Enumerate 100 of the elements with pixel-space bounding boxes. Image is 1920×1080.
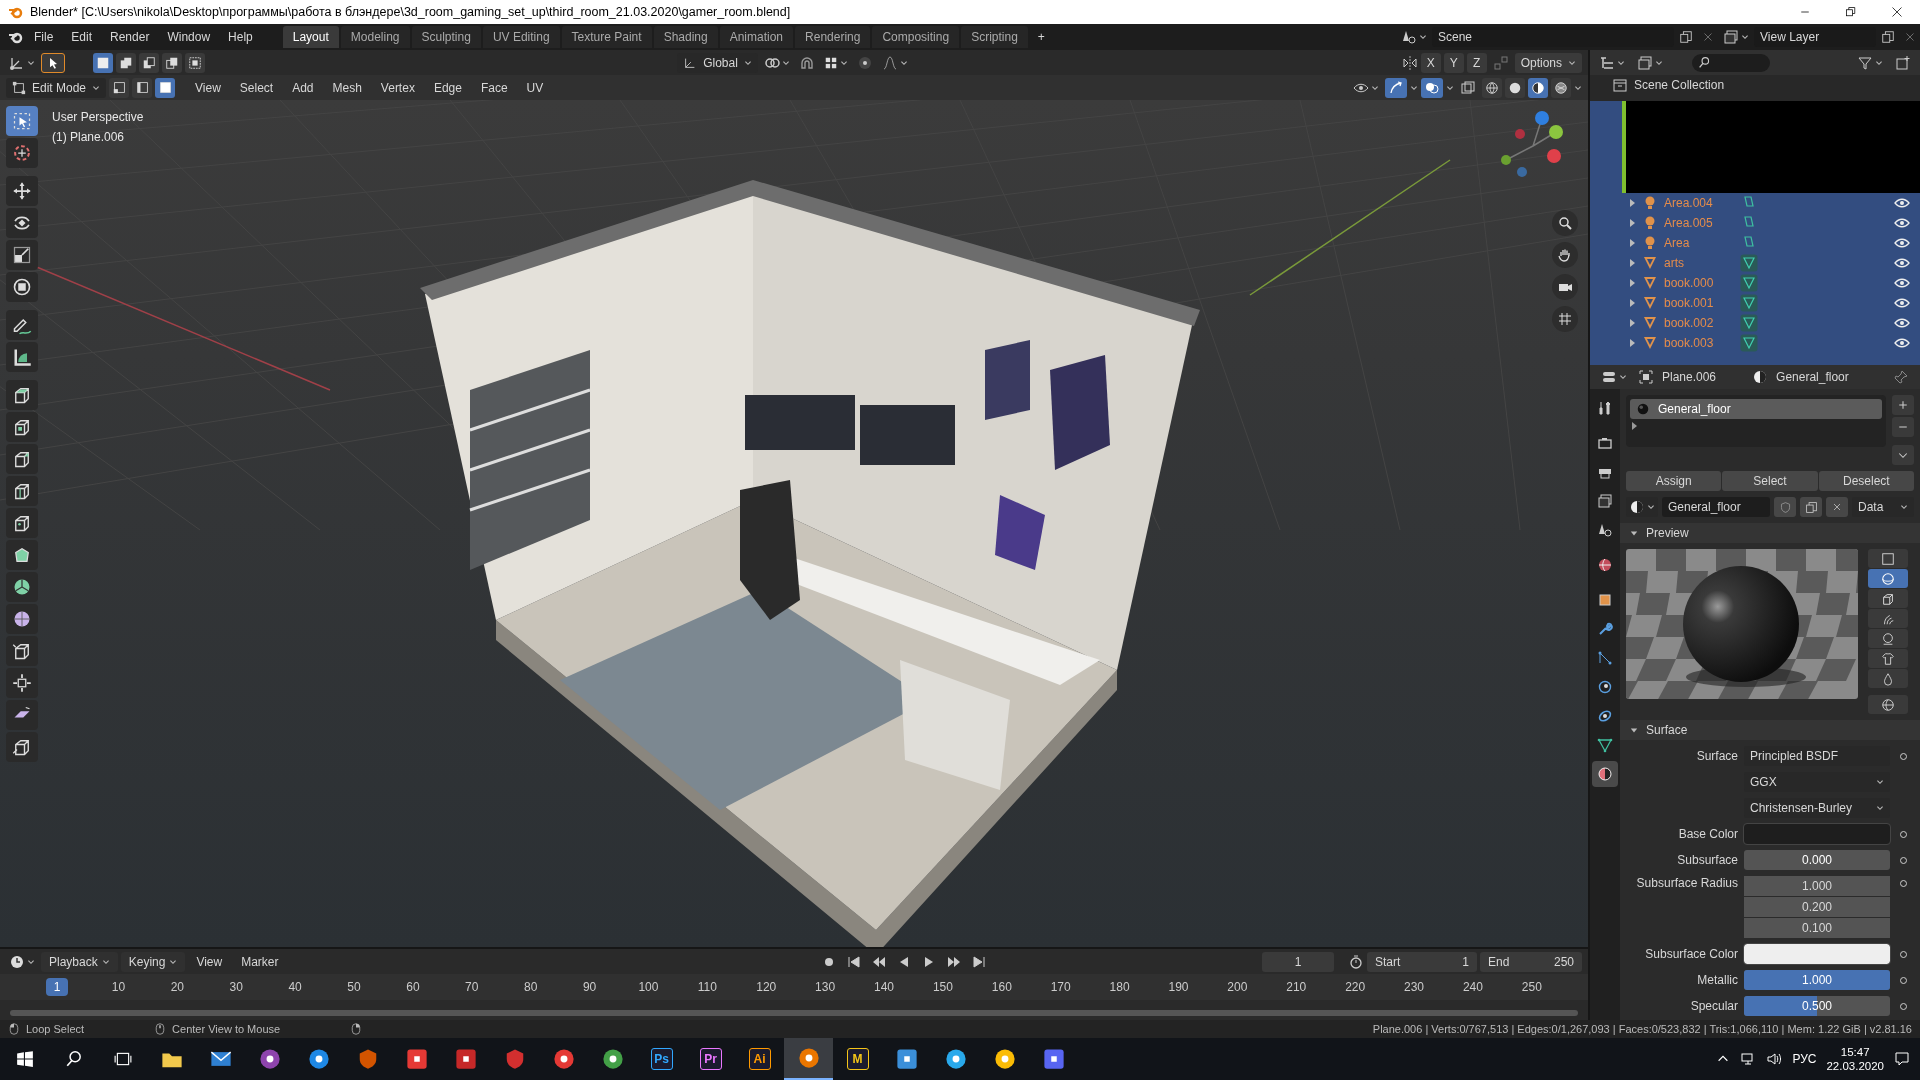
taskbar-app-button[interactable]: Pr xyxy=(686,1038,735,1080)
frame-number: 160 xyxy=(990,980,1013,994)
value-slider[interactable]: 0.500 xyxy=(1744,996,1890,1016)
slider-value: 1.000 xyxy=(1802,973,1832,987)
slot-action-button[interactable]: Select xyxy=(1722,471,1818,491)
clock-date: 22.03.2020 xyxy=(1826,1060,1884,1072)
workspace-tab[interactable]: Sculpting xyxy=(411,26,481,48)
field-value: 250 xyxy=(1553,954,1574,969)
workspace-tab[interactable]: Compositing xyxy=(872,26,960,48)
frame-number: 60 xyxy=(405,980,421,994)
frame-number: 30 xyxy=(228,980,244,994)
start-frame-field[interactable]: Start 1 xyxy=(1367,951,1477,972)
clock-time: 15:47 xyxy=(1840,1046,1870,1058)
frame-number: 250 xyxy=(1520,980,1543,994)
slot-action-button[interactable]: Assign xyxy=(1626,471,1722,491)
taskbar-app-button[interactable]: M xyxy=(833,1038,882,1080)
number-field[interactable]: 1.000 xyxy=(1744,876,1890,896)
current-frame-field[interactable]: 1 xyxy=(1262,951,1334,972)
link-dropdown[interactable]: Data xyxy=(1852,497,1914,517)
workspace-tab[interactable]: Modeling xyxy=(340,26,410,48)
menu-item[interactable]: Render xyxy=(102,27,158,47)
menu-item[interactable]: Select xyxy=(231,77,282,98)
menu-item[interactable]: Face xyxy=(472,77,516,98)
end-frame-field[interactable]: End 250 xyxy=(1480,951,1582,972)
slider-value: 0.500 xyxy=(1802,999,1832,1013)
frame-number: 80 xyxy=(523,980,539,994)
menu-dropdown[interactable]: Keying xyxy=(120,951,186,972)
frame-number: 180 xyxy=(1108,980,1131,994)
object-name: Area xyxy=(1664,236,1691,250)
menu-item[interactable]: Help xyxy=(220,27,261,47)
workspace-tab[interactable]: Scripting xyxy=(961,26,1028,48)
shader-dropdown[interactable]: Principled BSDF xyxy=(1744,746,1890,766)
mirror-axis-toggle[interactable]: Z xyxy=(1466,52,1487,73)
menu-item[interactable]: File xyxy=(26,27,62,47)
dropdown[interactable]: Christensen-Burley xyxy=(1744,798,1890,818)
options-dropdown[interactable]: Options xyxy=(1514,52,1582,73)
current-frame-marker[interactable]: 1 xyxy=(46,978,68,996)
slider-value: 0.000 xyxy=(1802,853,1832,867)
property-label: Base Color xyxy=(1677,827,1738,841)
frame-number: 220 xyxy=(1344,980,1367,994)
input-language[interactable]: РУС xyxy=(1792,1052,1817,1066)
viewport-info-text: (1) Plane.006 xyxy=(52,130,126,144)
frame-number: 110 xyxy=(696,980,718,994)
material-slot[interactable]: General_floor xyxy=(1630,399,1882,419)
slot-action-button[interactable]: Deselect xyxy=(1818,471,1914,491)
add-workspace-button[interactable]: + xyxy=(1029,27,1053,47)
menu-item[interactable]: Window xyxy=(159,27,219,47)
menu-item[interactable]: Vertex xyxy=(372,77,423,98)
panel-title: Surface xyxy=(1646,723,1688,737)
workspace-tab[interactable]: Rendering xyxy=(795,26,871,48)
material-name-field[interactable]: General_floor xyxy=(1662,497,1770,517)
surface-panel-header[interactable]: Surface xyxy=(1620,720,1920,740)
field-label: End xyxy=(1488,954,1510,969)
menu-item[interactable]: Add xyxy=(284,77,322,98)
frame-number: 190 xyxy=(1167,980,1190,994)
menu-item[interactable]: UV xyxy=(518,77,552,98)
frame-number: 170 xyxy=(1049,980,1072,994)
scene-field[interactable]: Scene xyxy=(1432,27,1674,47)
property-label: Subsurface xyxy=(1676,853,1738,867)
workspace-tab[interactable]: Shading xyxy=(653,26,718,48)
field-value: 1 xyxy=(1462,954,1469,969)
value-slider[interactable]: 1.000 xyxy=(1744,970,1890,990)
mirror-axis-toggle[interactable]: Y xyxy=(1443,52,1464,73)
mirror-axis-toggle[interactable]: X xyxy=(1420,52,1441,73)
object-name: arts xyxy=(1664,256,1685,270)
menu-item[interactable]: Edit xyxy=(63,27,101,47)
panel-title: Preview xyxy=(1646,526,1689,540)
number-field[interactable]: 0.100 xyxy=(1744,918,1890,938)
mode-dropdown[interactable]: Edit Mode xyxy=(6,77,106,98)
status-hint: Loop Select xyxy=(26,1023,85,1035)
menu-item[interactable]: Mesh xyxy=(324,77,370,98)
menu-item[interactable]: Marker xyxy=(233,951,287,972)
frame-number: 140 xyxy=(873,980,896,994)
workspace-tab[interactable]: Layout xyxy=(282,26,339,48)
material-name: General_floor xyxy=(1776,370,1849,384)
menu-item[interactable]: Edge xyxy=(425,77,470,98)
dropdown[interactable]: GGX xyxy=(1744,772,1890,792)
view-layer-field[interactable]: View Layer xyxy=(1754,27,1876,47)
value-slider[interactable]: 0.000 xyxy=(1744,850,1890,870)
frame-number: 200 xyxy=(1226,980,1249,994)
property-label: Subsurface Radius xyxy=(1635,876,1738,890)
frame-number: 90 xyxy=(581,980,598,994)
menu-item[interactable]: View xyxy=(188,951,231,972)
frame-number: 70 xyxy=(464,980,480,994)
field-label: Start xyxy=(1375,954,1401,969)
menu-item[interactable]: View xyxy=(187,77,229,98)
frame-number: 210 xyxy=(1285,980,1308,994)
menu-dropdown[interactable]: Playback xyxy=(41,951,118,972)
taskbar-app-button[interactable]: Ai xyxy=(735,1038,784,1080)
property-label: Metallic xyxy=(1696,973,1738,987)
number-field[interactable]: 0.200 xyxy=(1744,897,1890,917)
slot-name: General_floor xyxy=(1658,402,1731,416)
workspace-tab[interactable]: Texture Paint xyxy=(561,26,652,48)
workspace-tab[interactable]: UV Editing xyxy=(482,26,560,48)
property-label: Specular xyxy=(1689,999,1738,1013)
object-name: Area.004 xyxy=(1664,196,1714,210)
workspace-tab[interactable]: Animation xyxy=(719,26,794,48)
frame-number: 230 xyxy=(1403,980,1426,994)
taskbar-app-button[interactable]: Ps xyxy=(637,1038,686,1080)
preview-panel-header[interactable]: Preview xyxy=(1620,523,1920,543)
